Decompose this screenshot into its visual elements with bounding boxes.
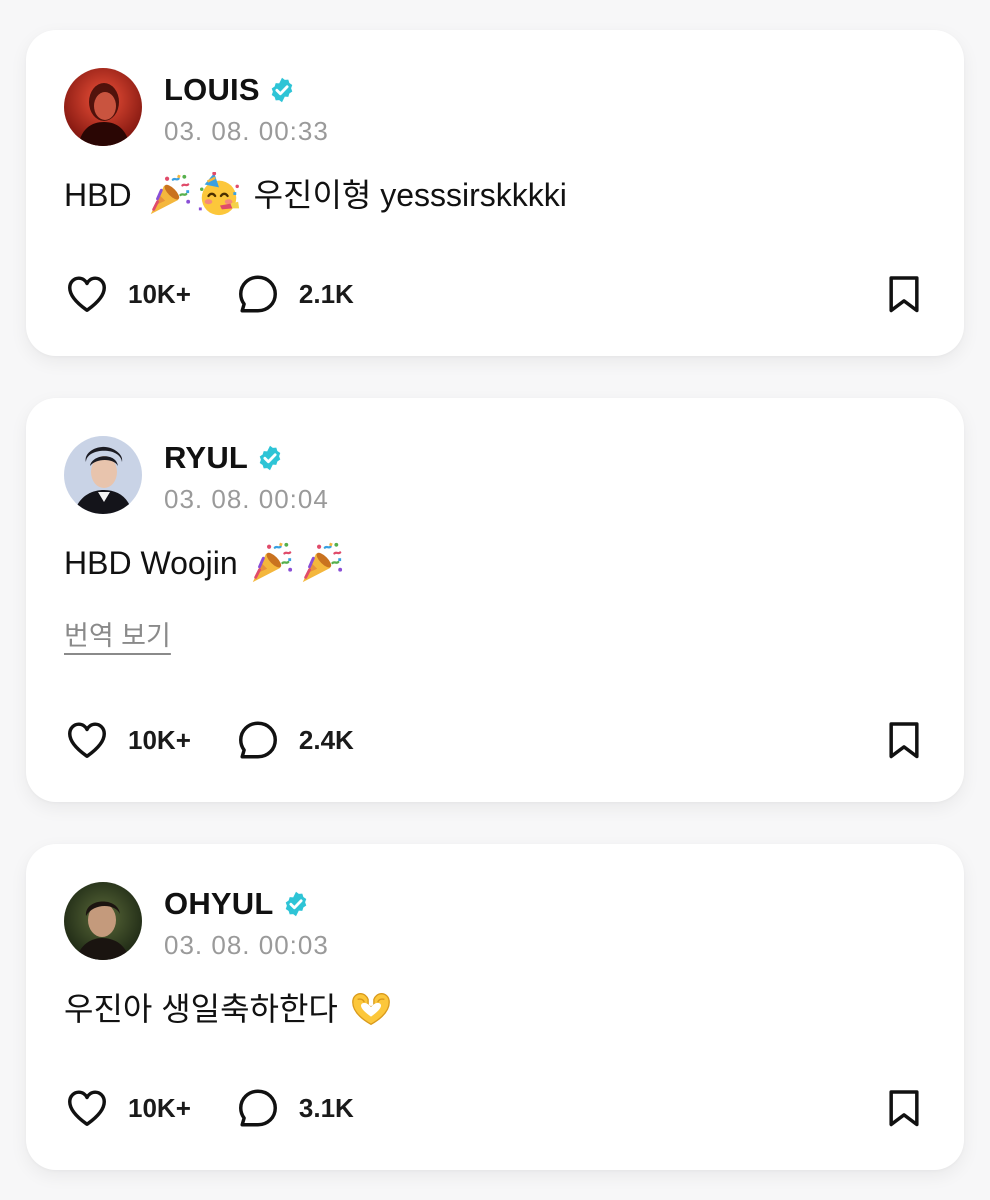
comment-bubble-icon (235, 271, 281, 317)
comment-button[interactable]: 2.4K (235, 717, 354, 763)
party-popper-icon (146, 172, 192, 218)
heart-icon (64, 271, 110, 317)
comment-button[interactable]: 2.1K (235, 271, 354, 317)
like-count: 10K+ (128, 1092, 191, 1123)
feed: LOUIS 03. 08. 00:33 HBD 우진이형 yesssirskkk… (0, 0, 990, 1200)
author-row: OHYUL (164, 884, 310, 924)
post-text: 우진아 생일축하한다 (64, 986, 394, 1032)
avatar[interactable] (64, 68, 142, 146)
comment-button[interactable]: 3.1K (235, 1085, 354, 1131)
post-text-start: 우진아 생일축하한다 (64, 991, 338, 1027)
comment-bubble-icon (235, 717, 281, 763)
post-text: HBD 우진이형 yesssirskkkki (64, 172, 567, 218)
post-card: RYUL 03. 08. 00:04 HBD Woojin 번역 보기 10K+… (26, 398, 964, 802)
verified-badge-icon (256, 444, 284, 472)
post-actions: 10K+ 2.4K (64, 716, 926, 764)
author-row: LOUIS (164, 70, 296, 110)
post-timestamp: 03. 08. 00:04 (164, 484, 329, 514)
post-text: HBD Woojin (64, 540, 344, 586)
bookmark-icon (882, 272, 926, 316)
party-popper-icon (248, 540, 294, 586)
verified-badge-icon (282, 890, 310, 918)
heart-hands-icon (348, 986, 394, 1032)
post-actions: 10K+ 2.1K (64, 270, 926, 318)
see-translation-link[interactable]: 번역 보기 (64, 614, 171, 653)
heart-icon (64, 1085, 110, 1131)
post-text-start: HBD Woojin (64, 545, 238, 581)
like-count: 10K+ (128, 278, 191, 309)
comment-count: 2.4K (298, 724, 354, 755)
bookmark-button[interactable] (882, 1086, 926, 1130)
post-card: LOUIS 03. 08. 00:33 HBD 우진이형 yesssirskkk… (26, 30, 964, 356)
post-actions: 10K+ 3.1K (64, 1084, 926, 1132)
bookmark-icon (882, 1086, 926, 1130)
author-name[interactable]: LOUIS (164, 72, 260, 108)
post-text-start: HBD (64, 177, 132, 213)
post-text-end: 우진이형 yesssirskkkki (253, 177, 567, 213)
partying-face-icon (196, 172, 242, 218)
author-name[interactable]: RYUL (164, 440, 248, 476)
comment-count: 3.1K (298, 1092, 354, 1123)
heart-icon (64, 717, 110, 763)
bookmark-button[interactable] (882, 272, 926, 316)
post-card: OHYUL 03. 08. 00:03 우진아 생일축하한다 10K+ 3.1K (26, 844, 964, 1170)
verified-badge-icon (268, 76, 296, 104)
comment-bubble-icon (235, 1085, 281, 1131)
avatar[interactable] (64, 436, 142, 514)
author-name[interactable]: OHYUL (164, 886, 274, 922)
post-timestamp: 03. 08. 00:03 (164, 930, 329, 960)
like-button[interactable]: 10K+ (64, 717, 191, 763)
bookmark-icon (882, 718, 926, 762)
like-button[interactable]: 10K+ (64, 271, 191, 317)
post-timestamp: 03. 08. 00:33 (164, 116, 329, 146)
like-button[interactable]: 10K+ (64, 1085, 191, 1131)
like-count: 10K+ (128, 724, 191, 755)
comment-count: 2.1K (298, 278, 354, 309)
author-row: RYUL (164, 438, 284, 478)
bookmark-button[interactable] (882, 718, 926, 762)
avatar[interactable] (64, 882, 142, 960)
party-popper-icon (298, 540, 344, 586)
